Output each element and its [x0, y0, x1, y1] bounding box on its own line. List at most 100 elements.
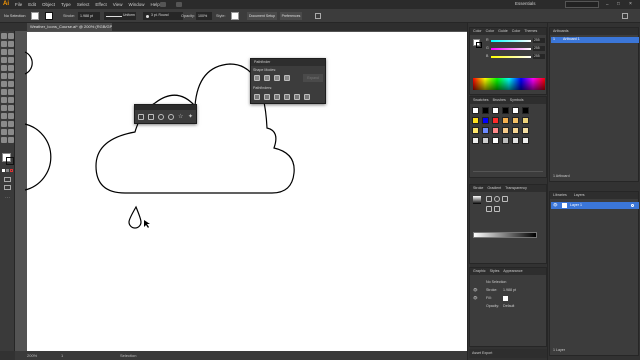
color-swatch[interactable] — [472, 107, 479, 114]
gradient-slider[interactable] — [473, 232, 537, 238]
color-swatch[interactable] — [512, 127, 519, 134]
selection-tool-icon[interactable] — [1, 33, 7, 39]
freeform-gradient-icon[interactable] — [502, 196, 508, 202]
divide-icon[interactable] — [254, 94, 260, 100]
asset-export-tab[interactable]: Asset Export — [469, 349, 547, 358]
partial-circle-top[interactable] — [24, 51, 33, 75]
tab-symbols[interactable]: Symbols — [510, 98, 524, 102]
tab-gradient[interactable]: Gradient — [487, 186, 501, 190]
color-mode-icon[interactable] — [2, 169, 5, 172]
artboard-row[interactable]: 1 Artboard 1 — [551, 37, 639, 43]
color-swatch[interactable] — [492, 117, 499, 124]
maximize-icon[interactable]: □ — [617, 1, 620, 6]
color-swatch[interactable] — [512, 137, 519, 144]
tab-color[interactable]: Color — [473, 29, 482, 33]
perspective-grid-tool-icon[interactable] — [8, 97, 14, 103]
close-icon[interactable]: × — [629, 1, 632, 7]
color-swatch[interactable] — [482, 117, 489, 124]
layer-name[interactable]: Layer 1 — [570, 203, 582, 207]
line-tool-icon[interactable] — [8, 57, 14, 63]
eyedropper-tool-icon[interactable] — [1, 113, 7, 119]
tab-layers[interactable]: Layers — [574, 193, 585, 197]
floating-toolbar-grip[interactable] — [135, 105, 196, 110]
gradient-angle-icon[interactable] — [494, 206, 500, 212]
layer-target-icon[interactable] — [631, 204, 634, 207]
rectangle-tool-icon[interactable] — [1, 65, 7, 71]
polygon-icon[interactable] — [168, 114, 174, 120]
tab-color-guide[interactable]: Color Guide — [486, 29, 508, 33]
menu-select[interactable]: Select — [74, 2, 93, 7]
radial-gradient-icon[interactable] — [494, 196, 500, 202]
screen-mode-icon[interactable] — [4, 185, 11, 190]
zoom-tool-icon[interactable] — [8, 137, 14, 143]
intersect-icon[interactable] — [274, 75, 280, 81]
artboard-tool-icon[interactable] — [1, 129, 7, 135]
fill-swatch[interactable] — [31, 12, 39, 20]
paintbrush-tool-icon[interactable] — [8, 65, 14, 71]
width-tool-icon[interactable] — [1, 89, 7, 95]
variable-width-profile[interactable]: Uniform — [104, 12, 136, 20]
red-slider[interactable] — [491, 40, 531, 42]
crop-icon[interactable] — [284, 94, 290, 100]
color-swatch[interactable] — [502, 137, 509, 144]
tab-graphic-styles[interactable]: Graphic Styles — [473, 269, 499, 273]
zoom-level[interactable]: 200% — [27, 351, 37, 360]
color-stroke-box[interactable] — [476, 42, 482, 48]
green-value[interactable]: 255 — [533, 46, 545, 51]
unite-icon[interactable] — [254, 75, 260, 81]
layer-visibility-icon[interactable]: 👁 — [553, 203, 558, 207]
menu-type[interactable]: Type — [58, 2, 74, 7]
ellipse-icon[interactable] — [158, 114, 164, 120]
eraser-tool-icon[interactable] — [8, 73, 14, 79]
type-tool-icon[interactable] — [1, 57, 7, 63]
visibility-eye-icon[interactable]: 👁 — [473, 288, 478, 292]
color-swatch[interactable] — [482, 107, 489, 114]
hand-tool-icon[interactable] — [1, 137, 7, 143]
minus-front-icon[interactable] — [264, 75, 270, 81]
menu-effect[interactable]: Effect — [92, 2, 109, 7]
tab-swatches[interactable]: Swatches — [473, 98, 489, 102]
panel-menu-icon[interactable] — [622, 13, 628, 19]
gradient-stroke-icon[interactable] — [486, 206, 492, 212]
expand-button[interactable]: Expand — [303, 74, 323, 82]
color-swatch[interactable] — [492, 107, 499, 114]
pen-tool-icon[interactable] — [1, 49, 7, 55]
raindrop-shape[interactable] — [128, 205, 142, 229]
color-swatch[interactable] — [472, 127, 479, 134]
shape-builder-tool-icon[interactable] — [1, 97, 7, 103]
workspace-switcher[interactable]: Essentials — [515, 1, 536, 6]
shaper-tool-icon[interactable] — [1, 73, 7, 79]
outline-icon[interactable] — [294, 94, 300, 100]
stroke-color-box[interactable] — [6, 157, 14, 165]
blue-value[interactable]: 255 — [533, 54, 545, 59]
color-swatch[interactable] — [502, 127, 509, 134]
menu-view[interactable]: View — [110, 2, 126, 7]
red-value[interactable]: 255 — [533, 38, 545, 43]
partial-circle-left[interactable] — [24, 123, 52, 191]
flare-icon[interactable]: ✦ — [188, 114, 194, 120]
color-swatch[interactable] — [512, 107, 519, 114]
blend-tool-icon[interactable] — [8, 113, 14, 119]
menu-edit[interactable]: Edit — [25, 2, 39, 7]
tab-stroke[interactable]: Stroke — [473, 186, 483, 190]
color-swatch[interactable] — [472, 137, 479, 144]
tab-appearance[interactable]: Appearance — [503, 269, 522, 273]
rectangle-icon[interactable] — [138, 114, 144, 120]
document-setup-button[interactable]: Document Setup — [247, 12, 277, 20]
stroke-swatch[interactable] — [45, 12, 53, 20]
arrange-icon[interactable] — [315, 13, 321, 19]
artboard-navigation[interactable]: 1 — [61, 351, 63, 360]
minimize-icon[interactable]: – — [606, 2, 609, 7]
gradient-thumbnail[interactable] — [473, 196, 481, 204]
canvas-area[interactable]: ☆ ✦ Pathfinder Shape Modes: Expand Pathf… — [15, 31, 467, 351]
symbol-sprayer-tool-icon[interactable] — [1, 121, 7, 127]
stroke-row-value[interactable]: 1.988 pt — [503, 288, 516, 292]
arrange-documents-icon[interactable] — [176, 2, 182, 7]
scale-tool-icon[interactable] — [8, 81, 14, 87]
stroke-weight-field[interactable]: 1.988 pt — [78, 12, 100, 20]
opacity-field[interactable]: 100% — [196, 12, 212, 20]
rotate-tool-icon[interactable] — [1, 81, 7, 87]
tab-brushes[interactable]: Brushes — [493, 98, 506, 102]
trim-icon[interactable] — [264, 94, 270, 100]
menu-object[interactable]: Object — [39, 2, 58, 7]
